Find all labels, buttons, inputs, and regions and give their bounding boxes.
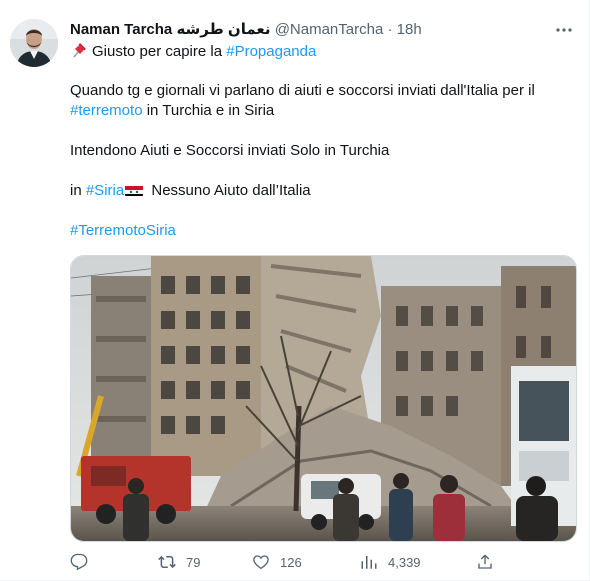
tweet-photo[interactable] (70, 255, 577, 542)
hashtag-terremotosiria[interactable]: #TerremotoSiria (70, 222, 176, 239)
hashtag-siria[interactable]: #Siria (86, 182, 124, 199)
author-handle[interactable]: @NamanTarcha (275, 21, 384, 38)
pushpin-icon (70, 41, 88, 59)
reply-button[interactable] (70, 550, 88, 574)
syria-flag-icon (125, 184, 144, 196)
views-count: 4,339 (388, 554, 421, 570)
share-button[interactable] (476, 550, 494, 574)
views-button[interactable]: 4,339 (360, 550, 421, 574)
heart-icon (253, 555, 269, 570)
tweet-paragraph-4: #TerremotoSiria (70, 221, 575, 241)
tweet-header: Naman Tarcha نعمان طرشه @NamanTarcha · 1… (70, 19, 574, 41)
share-icon (478, 554, 492, 569)
tweet-text-4b: Nessuno Aiuto dall’Italia (147, 182, 311, 199)
reply-icon (70, 553, 88, 571)
more-icon[interactable] (554, 20, 574, 40)
like-button[interactable]: 126 (252, 550, 302, 574)
timestamp[interactable]: 18h (397, 21, 422, 38)
avatar-image (10, 19, 58, 67)
tweet-text-2a: Quando tg e giornali vi parlano di aiuti… (70, 82, 535, 99)
tweet-line-1: Giusto per capire la #Propaganda (70, 41, 575, 62)
views-icon (361, 556, 377, 569)
earthquake-photo (71, 256, 576, 541)
retweet-count: 79 (186, 554, 201, 570)
retweet-icon (158, 555, 176, 569)
tweet-text-2b: in Turchia e in Siria (142, 102, 275, 119)
like-count: 126 (280, 554, 302, 570)
tweet-text-4a: in (70, 182, 86, 199)
retweet-button[interactable]: 79 (158, 550, 200, 574)
tweet-paragraph-3: in #Siria Nessuno Aiuto dall’Italia (70, 181, 575, 201)
tweet-paragraph-2: Intendono Aiuti e Soccorsi inviati Solo … (70, 141, 575, 161)
avatar[interactable] (10, 19, 58, 67)
hashtag-terremoto[interactable]: #terremoto (70, 102, 143, 119)
tweet-actions: 79 126 4,339 (70, 550, 510, 574)
tweet-paragraph-1: Quando tg e giornali vi parlano di aiuti… (70, 81, 575, 121)
author-name[interactable]: Naman Tarcha نعمان طرشه (70, 21, 271, 38)
separator-dot: · (387, 21, 393, 38)
tweet-text-1: Giusto per capire la (92, 43, 227, 60)
tweet-text-3: Intendono Aiuti e Soccorsi inviati Solo … (70, 142, 390, 159)
hashtag-propaganda[interactable]: #Propaganda (226, 43, 316, 60)
